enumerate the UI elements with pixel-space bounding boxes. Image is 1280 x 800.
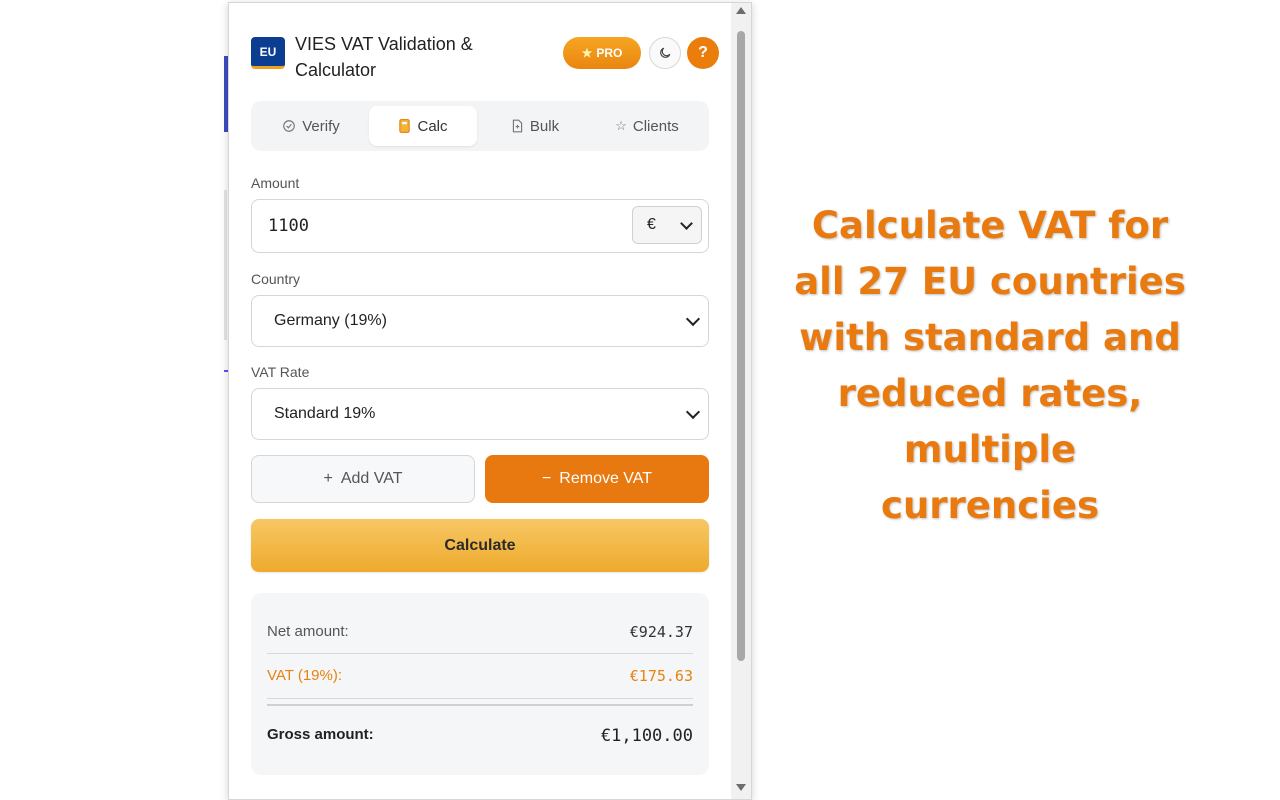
- scroll-down-arrow-icon[interactable]: [736, 784, 746, 791]
- add-vat-button[interactable]: + Add VAT: [251, 455, 475, 503]
- net-amount-value: €924.37: [629, 623, 693, 641]
- amount-label: Amount: [251, 175, 300, 191]
- results-panel: Net amount: €924.37 VAT (19%): €175.63 G…: [251, 593, 709, 775]
- tab-verify[interactable]: Verify: [257, 106, 365, 146]
- gross-amount-value: €1,100.00: [600, 726, 693, 746]
- minus-icon: −: [541, 470, 552, 487]
- vat-rate-value: Standard 19%: [274, 405, 376, 422]
- scrollbar-thumb[interactable]: [737, 31, 745, 661]
- chevron-down-icon: [685, 404, 701, 420]
- chevron-down-icon: [685, 311, 701, 327]
- tab-calc[interactable]: Calc: [369, 106, 477, 146]
- add-vat-label: Add VAT: [340, 470, 403, 487]
- country-label: Country: [251, 271, 301, 287]
- divider: [267, 653, 693, 654]
- country-value: Germany (19%): [274, 312, 387, 329]
- tab-clients[interactable]: ☆ Clients: [593, 106, 701, 146]
- currency-value: €: [647, 216, 656, 233]
- amount-field[interactable]: 1100 €: [251, 199, 709, 253]
- help-button[interactable]: ?: [687, 37, 719, 69]
- amount-input[interactable]: 1100: [268, 200, 309, 252]
- moon-icon: [660, 47, 671, 58]
- file-icon: [512, 119, 523, 133]
- vat-value: €175.63: [629, 667, 693, 685]
- tab-bulk[interactable]: Bulk: [481, 106, 589, 146]
- divider: [267, 704, 693, 706]
- extension-popup: EU VIES VAT Validation & Calculator ★ PR…: [228, 2, 752, 800]
- country-select[interactable]: Germany (19%): [251, 295, 709, 347]
- tab-bar: Verify Calc Bulk ☆ Clients: [251, 101, 709, 151]
- chevron-down-icon: [680, 216, 693, 230]
- promo-caption: Calculate VAT for all 27 EU countries wi…: [794, 204, 1186, 527]
- remove-vat-label: Remove VAT: [559, 470, 653, 487]
- star-icon: ★: [581, 46, 593, 60]
- pro-label: PRO: [596, 46, 623, 60]
- app-title: VIES VAT Validation & Calculator: [295, 34, 473, 80]
- theme-toggle-button[interactable]: [649, 37, 681, 69]
- tab-label: Clients: [632, 117, 679, 135]
- plus-icon: +: [323, 470, 333, 487]
- net-amount-label: Net amount:: [267, 623, 349, 640]
- scroll-up-arrow-icon[interactable]: [736, 7, 746, 14]
- star-icon: ☆: [615, 118, 627, 133]
- vat-label: VAT (19%):: [267, 667, 343, 684]
- vat-rate-select[interactable]: Standard 19%: [251, 388, 709, 440]
- check-circle-icon: [283, 120, 296, 132]
- scrollbar[interactable]: [731, 3, 751, 799]
- pro-button[interactable]: ★ PRO: [563, 37, 641, 69]
- tab-label: Calc: [417, 117, 448, 135]
- tab-label: Verify: [302, 117, 340, 135]
- popup-header: EU VIES VAT Validation & Calculator ★ PR…: [251, 29, 719, 85]
- tab-label: Bulk: [529, 117, 560, 135]
- eu-logo: EU: [251, 37, 285, 69]
- calculator-icon: [399, 119, 411, 133]
- background-page-fragment: [224, 190, 227, 340]
- divider: [267, 698, 693, 699]
- remove-vat-button[interactable]: − Remove VAT: [485, 455, 709, 503]
- currency-select[interactable]: €: [632, 206, 702, 244]
- calculate-button[interactable]: Calculate: [251, 519, 709, 572]
- gross-amount-label: Gross amount:: [267, 726, 374, 743]
- vat-rate-label: VAT Rate: [251, 364, 310, 380]
